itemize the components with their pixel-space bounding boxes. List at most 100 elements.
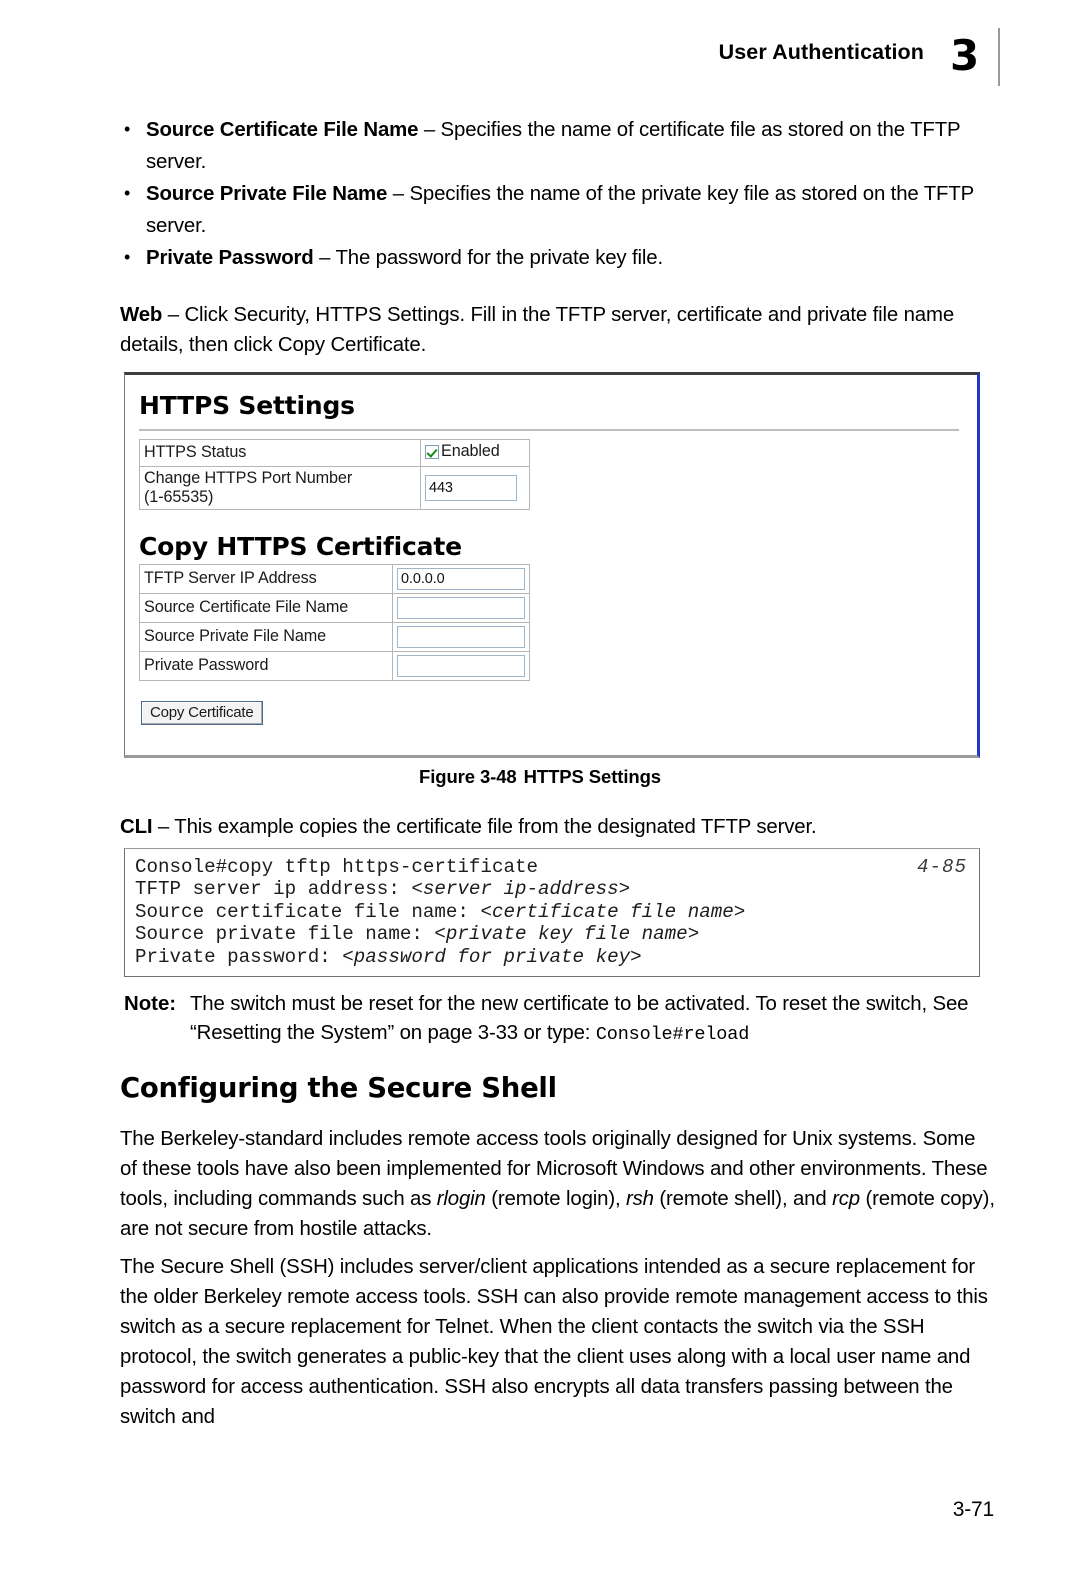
list-item: • Source Private File Name – Specifies th… xyxy=(120,179,990,242)
cli-line-plain: Source certificate file name: xyxy=(135,900,481,923)
table-row: Private Password xyxy=(139,650,530,681)
chapter-number: 3 xyxy=(950,31,980,80)
cli-line: Private password: <password for private … xyxy=(135,946,969,968)
table-row: Change HTTPS Port Number (1-65535) 443 xyxy=(139,465,530,510)
note-label: Note: xyxy=(124,993,177,1015)
page-header: User Authentication 3 xyxy=(120,28,1000,86)
figure-title: HTTPS Settings xyxy=(523,766,661,787)
https-port-cell: 443 xyxy=(420,465,530,510)
private-password-input[interactable] xyxy=(397,654,525,677)
para1-part-b: (remote login), xyxy=(485,1188,626,1210)
cli-line-plain: TFTP server ip address: xyxy=(135,878,412,901)
bullet-glyph-icon: • xyxy=(124,247,131,267)
table-row: HTTPS Status Enabled xyxy=(139,439,530,467)
https-status-label: HTTPS Status xyxy=(139,439,421,467)
private-password-cell xyxy=(392,650,530,681)
note-colon: : xyxy=(584,1022,596,1044)
cli-page-reference: 4-85 xyxy=(916,856,967,878)
https-status-cell: Enabled xyxy=(420,439,530,467)
table-row: TFTP Server IP Address 0.0.0.0 xyxy=(139,563,530,594)
https-status-checkbox-wrap[interactable]: Enabled xyxy=(425,442,500,461)
cli-code-box: Console#copy tftp https-certificate 4-85 … xyxy=(124,848,980,978)
tftp-server-ip-cell: 0.0.0.0 xyxy=(392,563,530,594)
section-paragraph-2: The Secure Shell (SSH) includes server/c… xyxy=(120,1256,988,1428)
bullet-glyph-icon: • xyxy=(124,119,131,139)
checkbox-checked-icon[interactable] xyxy=(425,444,439,459)
source-certificate-file-label: Source Certificate File Name xyxy=(139,592,393,623)
list-item-dash: – xyxy=(418,119,441,141)
source-private-file-input[interactable] xyxy=(397,625,525,648)
source-private-file-label: Source Private File Name xyxy=(139,621,393,652)
table-row: Source Private File Name xyxy=(139,621,530,652)
cli-line-italic: <server ip-address> xyxy=(411,878,631,901)
cli-label: CLI xyxy=(120,816,153,838)
note-body: The switch must be reset for the new cer… xyxy=(190,990,994,1049)
list-item: • Private Password – The password for the… xyxy=(120,243,990,275)
note-block: Note: The switch must be reset for the n… xyxy=(124,990,994,1049)
cli-intro-text: This example copies the certificate file… xyxy=(174,816,817,838)
web-instructions-section: Web – Click Security, HTTPS Settings. Fi… xyxy=(120,300,990,360)
list-item-term: Source Private File Name xyxy=(146,183,388,205)
section-paragraph-1: The Berkeley-standard includes remote ac… xyxy=(120,1124,996,1244)
cli-line: Source certificate file name: <certifica… xyxy=(135,901,969,923)
chapter-marker: 3 xyxy=(946,28,1000,86)
list-item-dash: – xyxy=(387,183,410,205)
para1-italic-rsh: rsh xyxy=(626,1188,654,1210)
tftp-server-ip-label: TFTP Server IP Address xyxy=(139,563,393,594)
cli-dash: – xyxy=(152,816,175,838)
list-item-dash: – xyxy=(313,247,336,269)
heading-divider xyxy=(139,429,959,431)
tftp-server-ip-input[interactable]: 0.0.0.0 xyxy=(397,567,525,590)
cli-line-italic: <private key file name> xyxy=(434,923,700,946)
source-certificate-file-cell xyxy=(392,592,530,623)
https-settings-table: HTTPS Status Enabled Change HTTPS Port N… xyxy=(139,439,530,510)
list-item-text: The password for the private key file. xyxy=(335,247,663,269)
web-text: Click Security, HTTPS Settings. Fill in … xyxy=(120,304,955,356)
https-port-label-line1: Change HTTPS Port Number xyxy=(144,468,353,487)
web-dash: – xyxy=(162,304,185,326)
source-certificate-file-input[interactable] xyxy=(397,596,525,619)
note-text: The switch must be reset for the new cer… xyxy=(190,993,969,1044)
list-item-term: Source Certificate File Name xyxy=(146,119,419,141)
list-item-term: Private Password xyxy=(146,247,314,269)
para1-italic-rcp: rcp xyxy=(832,1188,860,1210)
web-label: Web xyxy=(120,304,163,326)
cli-intro-paragraph: CLI – This example copies the certificat… xyxy=(120,812,990,842)
cli-line-plain: Source private file name: xyxy=(135,923,435,946)
section-paragraph-1-wrap: The Berkeley-standard includes remote ac… xyxy=(120,1124,996,1244)
private-password-label: Private Password xyxy=(139,650,393,681)
cli-line-plain: Private password: xyxy=(135,945,343,968)
figure-number: Figure 3-48 xyxy=(419,766,517,787)
list-item: • Source Certificate File Name – Specifie… xyxy=(120,115,990,178)
https-settings-screenshot-panel: HTTPS Settings HTTPS Status Enabled Chan… xyxy=(124,372,980,758)
cli-line: Console#copy tftp https-certificate 4-85 xyxy=(135,856,969,878)
cli-line-italic: <certificate file name> xyxy=(480,900,746,923)
definition-bullet-list: • Source Certificate File Name – Specifie… xyxy=(120,115,990,275)
bullet-glyph-icon: • xyxy=(124,183,131,203)
https-status-checkbox-label: Enabled xyxy=(441,442,500,460)
source-private-file-cell xyxy=(392,621,530,652)
copy-certificate-button[interactable]: Copy Certificate xyxy=(141,700,263,725)
copy-https-certificate-table: TFTP Server IP Address 0.0.0.0 Source Ce… xyxy=(139,563,530,681)
section-heading: Configuring the Secure Shell xyxy=(120,1072,557,1104)
cli-line: Source private file name: <private key f… xyxy=(135,923,969,945)
table-row: Source Certificate File Name xyxy=(139,592,530,623)
para1-part-c: (remote shell), and xyxy=(653,1188,833,1210)
https-port-input[interactable]: 443 xyxy=(425,474,517,501)
https-port-label: Change HTTPS Port Number (1-65535) xyxy=(139,465,421,510)
screenshot-heading: HTTPS Settings xyxy=(139,391,355,420)
page-number: 3-71 xyxy=(952,1498,994,1521)
cli-intro-section: CLI – This example copies the certificat… xyxy=(120,812,990,842)
section-paragraph-2-wrap: The Secure Shell (SSH) includes server/c… xyxy=(120,1252,996,1432)
header-title: User Authentication xyxy=(718,40,924,64)
figure-caption: Figure 3-48 HTTPS Settings xyxy=(0,766,1080,788)
cli-line-italic: <password for private key> xyxy=(342,945,642,968)
copy-certificate-heading: Copy HTTPS Certificate xyxy=(139,531,462,561)
note-command: Console#reload xyxy=(595,1024,750,1045)
para1-italic-rlogin: rlogin xyxy=(436,1188,486,1210)
https-port-label-line2: (1-65535) xyxy=(144,487,214,506)
bullet-list-section: • Source Certificate File Name – Specifie… xyxy=(120,115,990,276)
cli-line-plain: Console#copy tftp https-certificate xyxy=(135,856,539,878)
note-row: Note: The switch must be reset for the n… xyxy=(124,990,994,1049)
cli-line: TFTP server ip address: <server ip-addre… xyxy=(135,878,969,900)
